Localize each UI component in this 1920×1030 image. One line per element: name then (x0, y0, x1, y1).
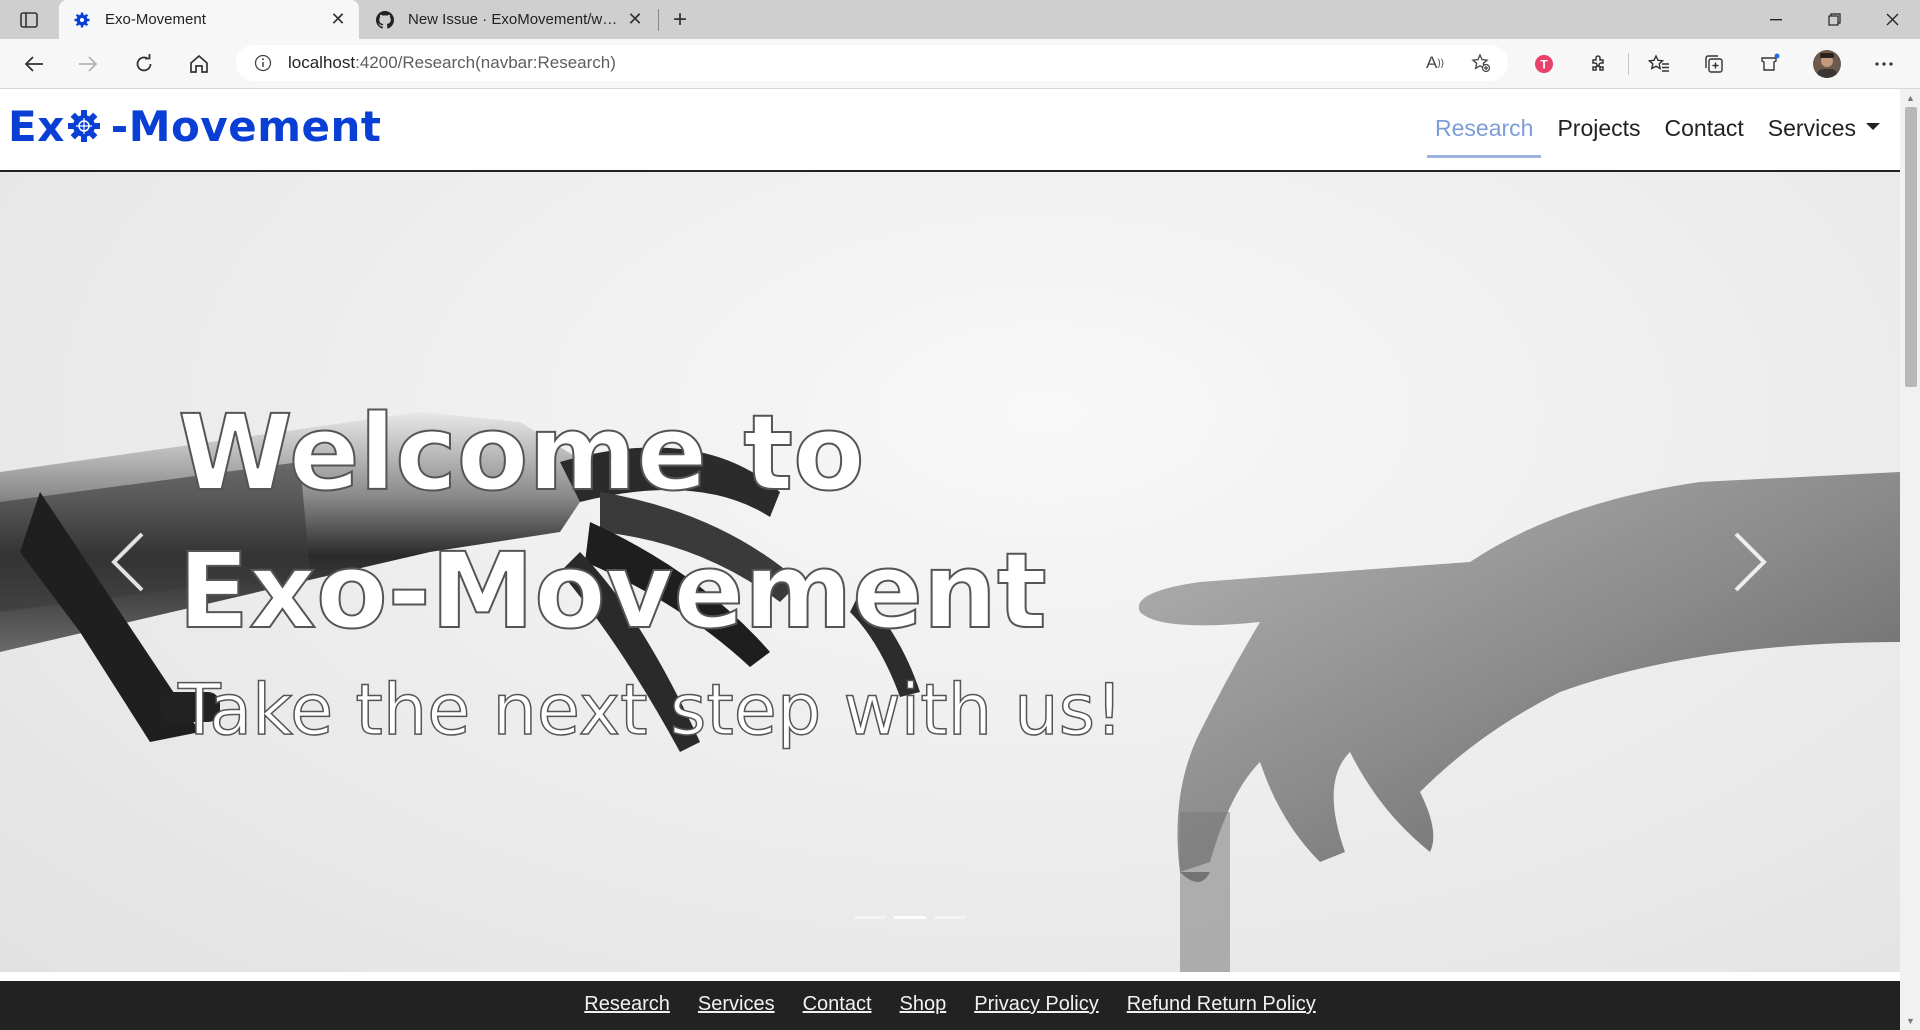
logo-text-left: Ex (8, 101, 65, 151)
tab-github-issue[interactable]: New Issue · ExoMovement/website ✕ (362, 0, 656, 39)
nav-contact[interactable]: Contact (1655, 109, 1754, 148)
nav-links: Research Projects Contact Services (1421, 109, 1890, 158)
web-page: Ex -Movement Research Projects Contact S… (0, 89, 1900, 1030)
tab-title: Exo-Movement (105, 11, 206, 28)
tab-actions-icon[interactable] (14, 8, 44, 32)
scroll-down-icon[interactable]: ▼ (1906, 1016, 1915, 1026)
collections-icon[interactable] (1698, 48, 1730, 80)
nav-projects[interactable]: Projects (1547, 109, 1650, 148)
carousel-next-icon[interactable] (1720, 522, 1780, 602)
github-icon (376, 10, 394, 29)
close-tab-icon[interactable]: ✕ (622, 7, 648, 33)
url-path: :4200/Research(navbar:Research) (355, 53, 616, 72)
hero-line-2: Exo-Movement (177, 529, 1048, 653)
footer-link-privacy[interactable]: Privacy Policy (974, 993, 1098, 1016)
browser-essentials-icon[interactable] (1753, 48, 1785, 80)
tab-title: New Issue · ExoMovement/website (408, 11, 622, 28)
exo-gear-icon (73, 11, 91, 29)
extension-t-icon[interactable]: T (1528, 48, 1560, 80)
refresh-icon[interactable] (128, 48, 160, 80)
carousel-indicator[interactable] (894, 916, 926, 919)
back-icon[interactable] (18, 48, 50, 80)
footer-link-contact[interactable]: Contact (803, 993, 872, 1016)
scrollbar-thumb[interactable] (1905, 107, 1917, 387)
url-text[interactable]: localhost:4200/Research(navbar:Research) (288, 53, 616, 73)
footer-link-refund[interactable]: Refund Return Policy (1127, 993, 1316, 1016)
tab-separator (658, 9, 659, 31)
new-tab-icon[interactable]: + (666, 6, 694, 34)
browser-tab-strip: Exo-Movement ✕ New Issue · ExoMovement/w… (0, 0, 1920, 39)
nav-services-dropdown[interactable]: Services (1758, 109, 1890, 148)
read-aloud-icon[interactable]: A)) (1424, 52, 1446, 74)
profile-avatar[interactable] (1811, 48, 1843, 80)
favorites-icon[interactable] (1643, 48, 1675, 80)
carousel-indicator[interactable] (934, 916, 966, 919)
minimize-icon[interactable] (1748, 0, 1804, 39)
carousel-indicators (850, 916, 970, 919)
logo-text-right: -Movement (110, 101, 382, 151)
logo-gear-icon (66, 108, 102, 144)
page-scrollbar[interactable]: ▲ ▼ (1900, 89, 1920, 1030)
caret-down-icon (1866, 123, 1880, 131)
scroll-up-icon[interactable]: ▲ (1906, 93, 1915, 103)
hero-line-3: Take the next step with us! (177, 668, 1124, 752)
carousel-prev-icon[interactable] (98, 522, 158, 602)
nav-services-label: Services (1767, 115, 1856, 141)
svg-text:T: T (1540, 58, 1548, 72)
site-logo[interactable]: Ex -Movement (8, 101, 381, 151)
site-info-icon[interactable] (252, 52, 274, 74)
forward-icon[interactable] (72, 48, 104, 80)
hero-line-1: Welcome to (177, 391, 866, 515)
carousel-indicator[interactable] (854, 916, 886, 919)
toolbar-divider (1628, 53, 1629, 75)
extensions-puzzle-icon[interactable] (1583, 48, 1615, 80)
footer-link-research[interactable]: Research (584, 993, 670, 1016)
site-footer: Research Services Contact Shop Privacy P… (0, 981, 1900, 1030)
browser-toolbar: localhost:4200/Research(navbar:Research)… (0, 39, 1920, 89)
url-host: localhost (288, 53, 356, 72)
nav-research[interactable]: Research (1425, 109, 1543, 158)
address-bar[interactable]: localhost:4200/Research(navbar:Research)… (236, 45, 1508, 81)
close-window-icon[interactable] (1864, 0, 1920, 39)
home-icon[interactable] (183, 48, 215, 80)
tab-exo-movement[interactable]: Exo-Movement ✕ (59, 0, 359, 39)
more-menu-icon[interactable] (1868, 48, 1900, 80)
footer-link-shop[interactable]: Shop (900, 993, 947, 1016)
restore-icon[interactable] (1806, 0, 1862, 39)
site-navbar: Ex -Movement Research Projects Contact S… (0, 89, 1900, 172)
close-tab-icon[interactable]: ✕ (325, 7, 351, 33)
hero-carousel: Welcome to Exo-Movement Take the next st… (0, 172, 1900, 972)
add-favorite-icon[interactable] (1470, 52, 1492, 74)
footer-link-services[interactable]: Services (698, 993, 775, 1016)
